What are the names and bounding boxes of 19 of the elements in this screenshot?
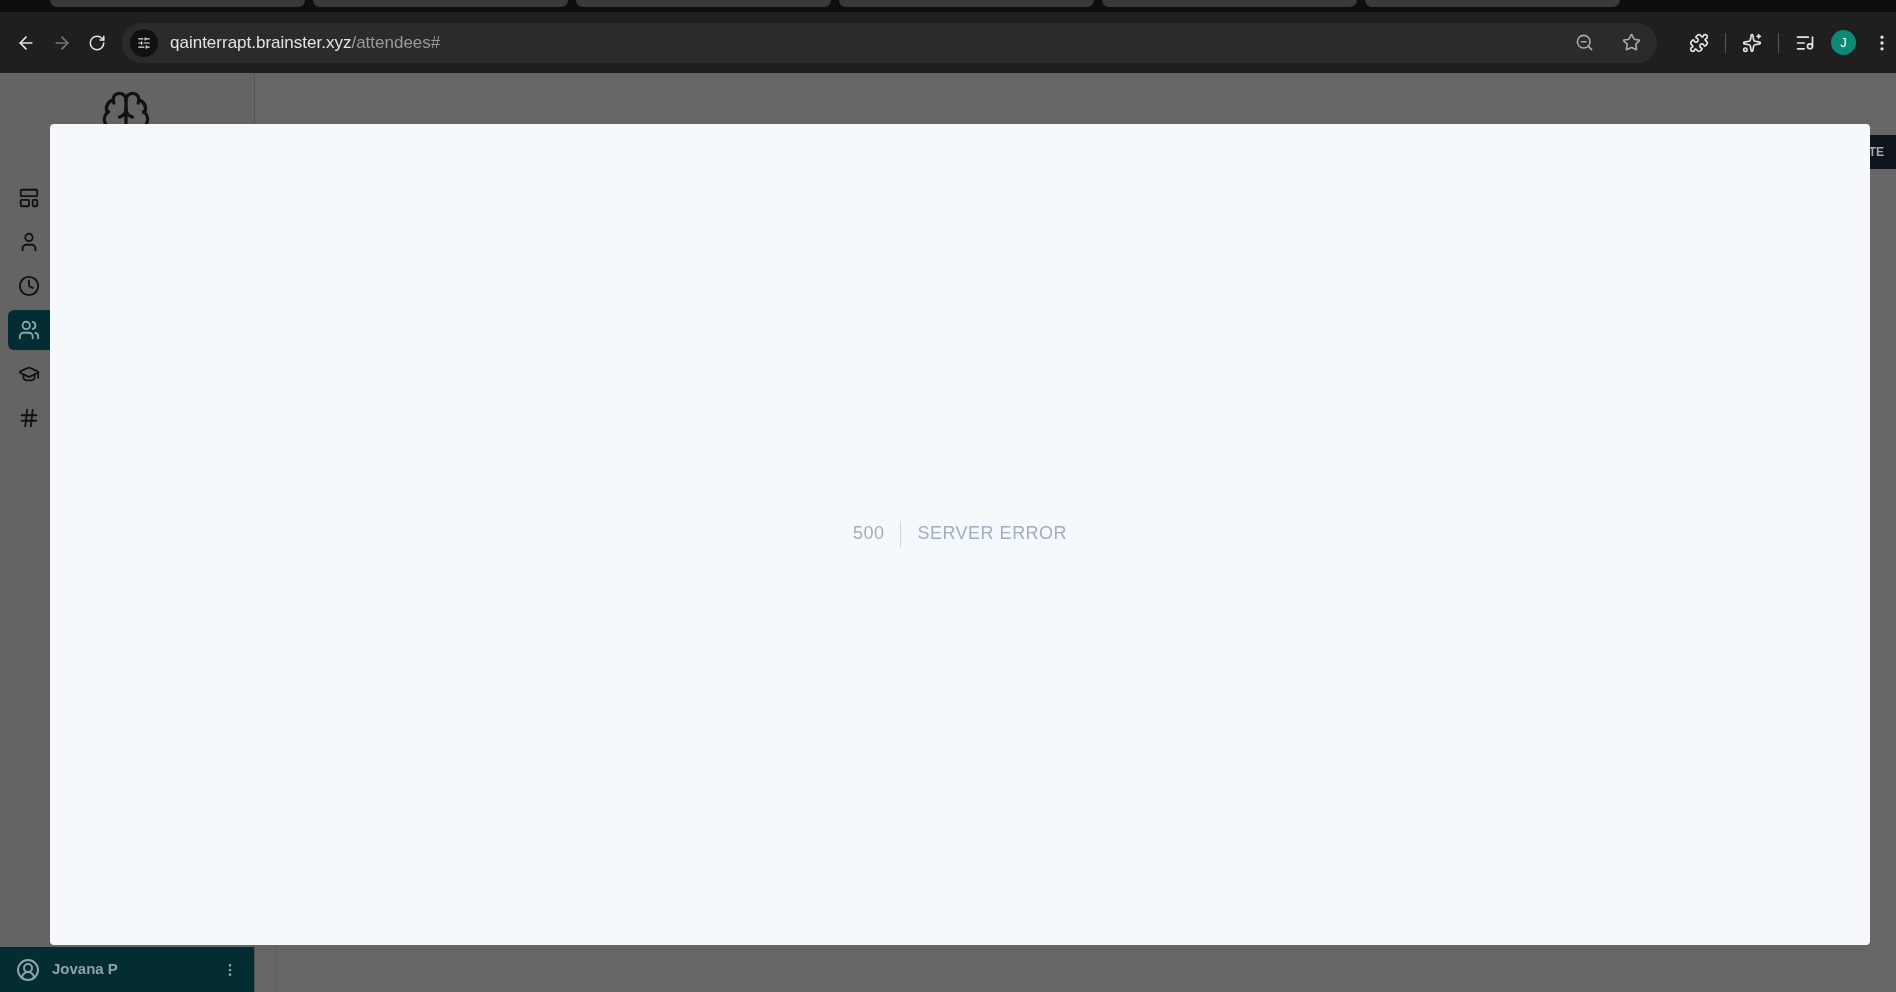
user-avatar-icon (16, 957, 40, 982)
extensions-icon[interactable] (1689, 32, 1709, 53)
url-text: qainterrapt.brainster.xyz/attendees# (170, 31, 441, 54)
error-code: 500 (852, 522, 886, 545)
site-settings-icon[interactable] (130, 28, 158, 57)
zoom-out-icon[interactable] (1575, 33, 1594, 52)
layout-icon (18, 187, 40, 209)
bookmark-star-icon[interactable] (1622, 33, 1641, 52)
user-footer[interactable]: Jovana P (0, 947, 254, 992)
clock-icon (18, 275, 40, 297)
sidebar-nav-item[interactable] (8, 310, 50, 350)
people-icon (18, 319, 40, 341)
favorites-icon[interactable] (1742, 32, 1762, 53)
hash-icon (18, 407, 40, 429)
profile-avatar[interactable]: J (1831, 30, 1856, 55)
user-name: Jovana P (52, 959, 118, 980)
address-bar[interactable]: qainterrapt.brainster.xyz/attendees# (122, 22, 1657, 63)
error-message: SERVER ERROR (916, 522, 1068, 545)
reload-icon[interactable] (88, 33, 106, 52)
